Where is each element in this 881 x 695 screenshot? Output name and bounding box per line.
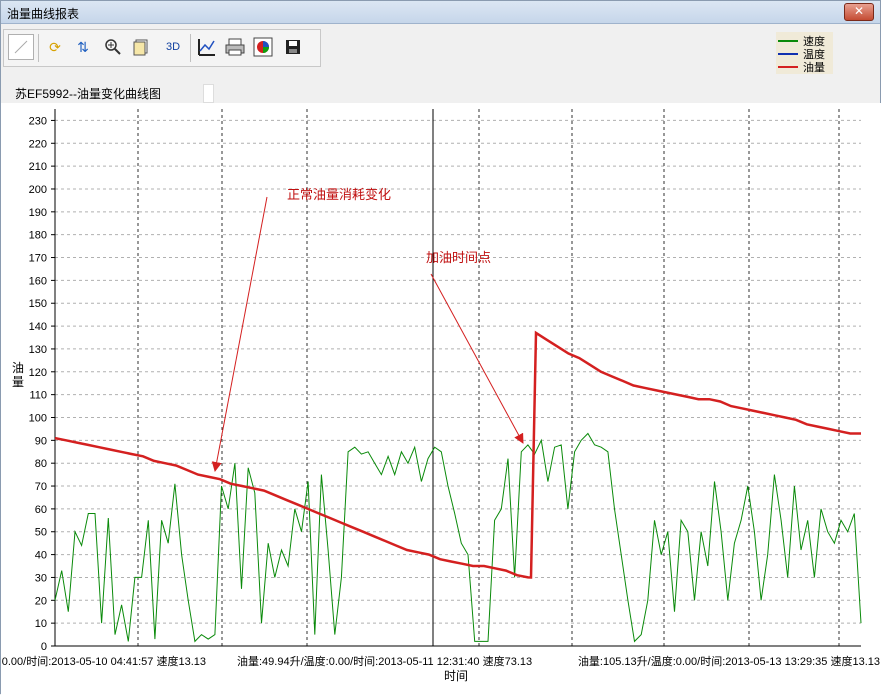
axes	[54, 109, 861, 647]
y-tick-label: 150	[29, 298, 47, 310]
annotation-label: 加油时间点	[426, 250, 491, 265]
y-tick-label: 50	[35, 527, 47, 539]
chart-svg: 0 10 20 30 40 50 60 70 80 90 100 110 120 130 140 150 160…	[1, 109, 880, 683]
y-tick-label: 190	[29, 207, 47, 219]
x-readouts: 油量:91.86升/温度:0.00/时间:2013-05-10 04:41:57…	[1, 654, 880, 683]
y-tick-label: 160	[29, 275, 47, 287]
y-tick-label: 80	[35, 458, 47, 470]
y-tick-label: 120	[29, 367, 47, 379]
y-tick-label: 140	[29, 321, 47, 333]
y-axis-label: 油量	[11, 361, 24, 389]
y-tick-label: 30	[35, 572, 47, 584]
y-tick-label: 170	[29, 253, 47, 265]
x-readout-label: 油量:105.13升/温度:0.00/时间:2013-05-13 13:29:3…	[578, 654, 880, 668]
y-tick-label: 60	[35, 504, 47, 516]
grid	[55, 109, 861, 646]
series-line-fuel	[54, 330, 861, 579]
y-tick-label: 130	[29, 344, 47, 356]
y-tick-label: 180	[29, 230, 47, 242]
x-readout-label: 油量:91.86升/温度:0.00/时间:2013-05-10 04:41:57…	[1, 654, 206, 668]
series-lines	[54, 330, 862, 643]
y-tick-label: 20	[35, 595, 47, 607]
y-tick-label: 10	[35, 618, 47, 630]
y-tick-label: 230	[29, 115, 47, 127]
y-tick-label: 210	[29, 161, 47, 173]
y-tick-label: 100	[29, 412, 47, 424]
y-tick-label: 110	[29, 390, 47, 402]
x-axis-label: 时间	[444, 669, 468, 683]
report-window: 油量曲线报表 ✕ ⟳ ⇅ 3D 速度 温度 油量 苏EF5992--油量变化曲线…	[0, 0, 881, 695]
y-ticks: 0 10 20 30 40 50 60 70 80 90 100 110 120 130 140 150 160…	[29, 115, 55, 653]
y-tick-label: 40	[35, 550, 47, 562]
y-tick-label: 90	[35, 435, 47, 447]
y-tick-label: 200	[29, 184, 47, 196]
annotation-arrow	[211, 196, 268, 472]
y-tick-label: 220	[29, 138, 47, 150]
y-tick-label: 0	[41, 641, 47, 653]
y-tick-label: 70	[35, 481, 47, 493]
x-readout-label: 油量:49.94升/温度:0.00/时间:2013-05-11 12:31:40…	[237, 654, 532, 668]
annotation-label: 正常油量消耗变化	[287, 187, 391, 202]
annotations: 正常油量消耗变化加油时间点	[211, 187, 524, 472]
